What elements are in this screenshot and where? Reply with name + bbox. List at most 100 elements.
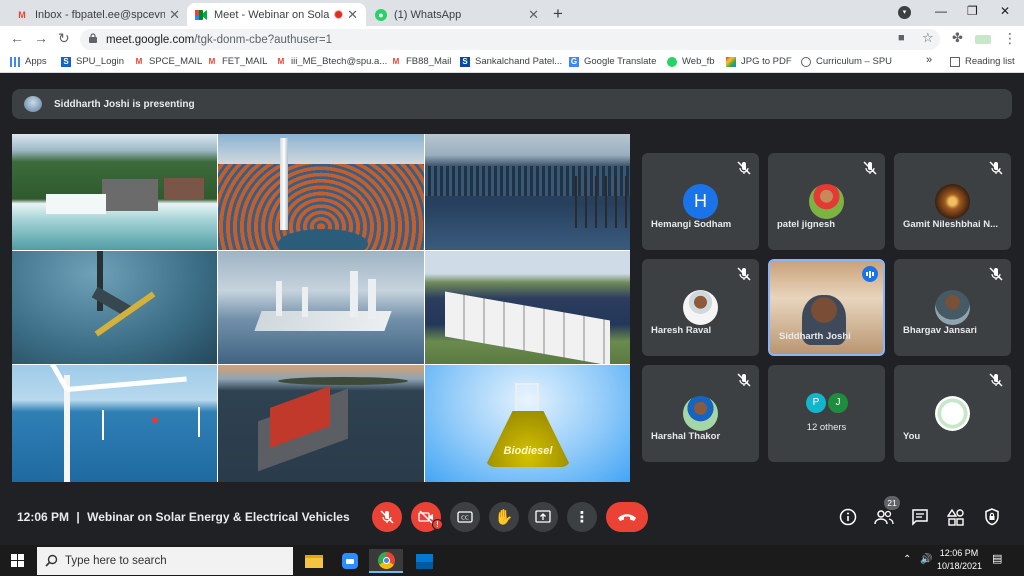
close-tab-icon[interactable]: ✕ bbox=[528, 7, 539, 23]
gmail-icon: M bbox=[208, 56, 216, 66]
windows-taskbar: Type here to search ⌃ 🔊 12:06 PM 10/18/2… bbox=[0, 545, 1024, 576]
more-options-button[interactable]: ⋮ bbox=[567, 502, 597, 532]
taskbar-date: 10/18/2021 bbox=[937, 561, 983, 571]
participant-tile[interactable]: patel jignesh bbox=[768, 153, 885, 250]
participant-name: patel jignesh bbox=[777, 219, 836, 230]
photos-taskbar-button[interactable] bbox=[407, 549, 441, 573]
reading-list-icon bbox=[950, 56, 960, 67]
address-bar[interactable]: meet.google.com/tgk-donm-cbe?authuser=1 bbox=[80, 29, 940, 50]
forward-button[interactable]: → bbox=[34, 30, 48, 46]
chrome-menu-icon[interactable]: ⋮ bbox=[1003, 30, 1017, 47]
bookmarks-bar: Apps S SPU_Login M SPCE_MAIL M FET_MAIL Mii… bbox=[0, 52, 1024, 73]
bookmark-spu-login[interactable]: S SPU_Login bbox=[61, 56, 124, 67]
avatar: P bbox=[806, 393, 826, 413]
participant-tile[interactable]: Harshal Thakor bbox=[642, 365, 759, 462]
people-button[interactable]: 21 bbox=[874, 496, 900, 527]
spu-icon: S bbox=[61, 56, 71, 67]
bookmark-fb88-mail[interactable]: M FB88_Mail bbox=[391, 56, 452, 67]
raise-hand-button[interactable]: ✋ bbox=[489, 502, 519, 532]
presenting-banner: Siddharth Joshi is presenting bbox=[12, 89, 1012, 119]
presentation-screen[interactable]: Biodiesel bbox=[12, 134, 630, 482]
avatar bbox=[935, 290, 970, 325]
shield-lock-icon bbox=[985, 508, 999, 526]
others-tile[interactable]: P J 12 others bbox=[768, 365, 885, 462]
leave-call-button[interactable] bbox=[606, 502, 648, 532]
participant-tile[interactable]: H Hemangi Sodham bbox=[642, 153, 759, 250]
bookmark-google-translate[interactable]: G Google Translate bbox=[569, 56, 656, 67]
participant-tile[interactable]: Bhargav Jansari bbox=[894, 259, 1011, 356]
close-tab-icon[interactable]: ✕ bbox=[347, 7, 358, 23]
volume-icon[interactable]: 🔊 bbox=[920, 553, 932, 566]
file-explorer-taskbar-button[interactable] bbox=[297, 549, 331, 573]
zoom-taskbar-button[interactable] bbox=[333, 549, 367, 573]
hang-up-icon bbox=[618, 514, 636, 521]
camera-toggle-button[interactable]: ! bbox=[411, 502, 443, 532]
participant-tile[interactable]: Haresh Raval bbox=[642, 259, 759, 356]
bookmarks-overflow-button[interactable]: » bbox=[926, 54, 932, 66]
windows-start-icon[interactable] bbox=[11, 554, 24, 567]
restore-button[interactable]: ❐ bbox=[967, 4, 978, 18]
profile-extension-icon[interactable] bbox=[975, 35, 991, 44]
participant-tile[interactable]: Gamit Nileshbhai N... bbox=[894, 153, 1011, 250]
mic-off-icon bbox=[989, 161, 1003, 175]
meeting-title: Webinar on Solar Energy & Electrical Veh… bbox=[87, 510, 350, 524]
bookmark-btech-mail[interactable]: Miii_ME_Btech@spu.a... bbox=[276, 56, 388, 67]
camera-in-use-icon[interactable]: ■ bbox=[898, 32, 905, 44]
extensions-icon[interactable]: ✤ bbox=[952, 30, 963, 46]
tab-title: (1) WhatsApp bbox=[394, 8, 462, 21]
activities-icon bbox=[947, 508, 964, 526]
tab-inbox[interactable]: M Inbox - fbpatel.ee@spcevng.ac.in ✕ bbox=[8, 3, 188, 26]
more-vert-icon: ⋮ bbox=[574, 509, 590, 526]
captions-button[interactable]: CC bbox=[450, 502, 480, 532]
mic-off-icon bbox=[989, 267, 1003, 281]
mic-off-icon bbox=[380, 510, 394, 524]
search-icon bbox=[45, 554, 58, 567]
minimize-button[interactable]: — bbox=[935, 4, 947, 18]
reload-button[interactable]: ↻ bbox=[58, 30, 70, 47]
chrome-taskbar-button[interactable] bbox=[369, 549, 403, 573]
bookmark-jpg-to-pdf[interactable]: JPG to PDF bbox=[726, 56, 792, 67]
apps-grid-icon bbox=[10, 56, 20, 67]
tab-search-button[interactable]: ▾ bbox=[898, 6, 911, 19]
tab-meet[interactable]: Meet - Webinar on Solar Energy ✕ bbox=[187, 3, 366, 26]
avatar bbox=[935, 184, 970, 219]
presenting-text: Siddharth Joshi is presenting bbox=[54, 98, 195, 110]
bookmark-apps[interactable]: Apps bbox=[10, 56, 47, 67]
mic-off-icon bbox=[863, 161, 877, 175]
back-button[interactable]: ← bbox=[10, 30, 24, 46]
avatar: H bbox=[683, 184, 718, 219]
meeting-info-button[interactable] bbox=[838, 507, 858, 527]
participant-tile-active-speaker[interactable]: Siddharth Joshi bbox=[768, 259, 885, 356]
bookmark-fet-mail[interactable]: M FET_MAIL bbox=[207, 56, 268, 67]
activities-button[interactable] bbox=[946, 507, 966, 527]
participant-tile-self[interactable]: You bbox=[894, 365, 1011, 462]
taskbar-clock[interactable]: 12:06 PM 10/18/2021 bbox=[937, 547, 983, 573]
notification-center-icon[interactable]: ▤ bbox=[992, 553, 1002, 566]
recording-dot-icon bbox=[334, 10, 344, 19]
battery-storage-image bbox=[425, 251, 630, 364]
bookmark-web-fb[interactable]: Web_fb bbox=[667, 56, 715, 67]
bookmark-spce-mail[interactable]: M SPCE_MAIL bbox=[134, 56, 203, 67]
hydro-dam-image bbox=[12, 134, 217, 250]
bookmark-curriculum[interactable]: Curriculum – SPU bbox=[801, 56, 892, 67]
close-tab-icon[interactable]: ✕ bbox=[169, 7, 180, 23]
participant-name: Hemangi Sodham bbox=[651, 219, 732, 230]
show-hidden-icons-button[interactable]: ⌃ bbox=[903, 553, 911, 566]
mic-toggle-button[interactable] bbox=[372, 502, 402, 532]
host-controls-button[interactable] bbox=[982, 507, 1002, 527]
bookmark-star-icon[interactable]: ☆ bbox=[922, 30, 934, 46]
globe-icon bbox=[801, 56, 811, 67]
bookmark-sankalchand[interactable]: S Sankalchand Patel... bbox=[460, 56, 562, 67]
others-count: 12 others bbox=[806, 422, 847, 433]
gmail-icon: M bbox=[135, 56, 143, 66]
reading-list-button[interactable]: Reading list bbox=[950, 56, 1015, 67]
taskbar-search-box[interactable]: Type here to search bbox=[37, 547, 293, 575]
close-window-button[interactable]: ✕ bbox=[1000, 4, 1010, 18]
participant-name: Bhargav Jansari bbox=[903, 325, 977, 336]
chat-button[interactable] bbox=[910, 507, 930, 527]
avatar bbox=[935, 396, 970, 431]
warning-badge-icon: ! bbox=[432, 519, 443, 530]
present-now-button[interactable] bbox=[528, 502, 558, 532]
tab-whatsapp[interactable]: ● (1) WhatsApp ✕ bbox=[367, 3, 547, 26]
new-tab-button[interactable]: + bbox=[553, 4, 563, 24]
